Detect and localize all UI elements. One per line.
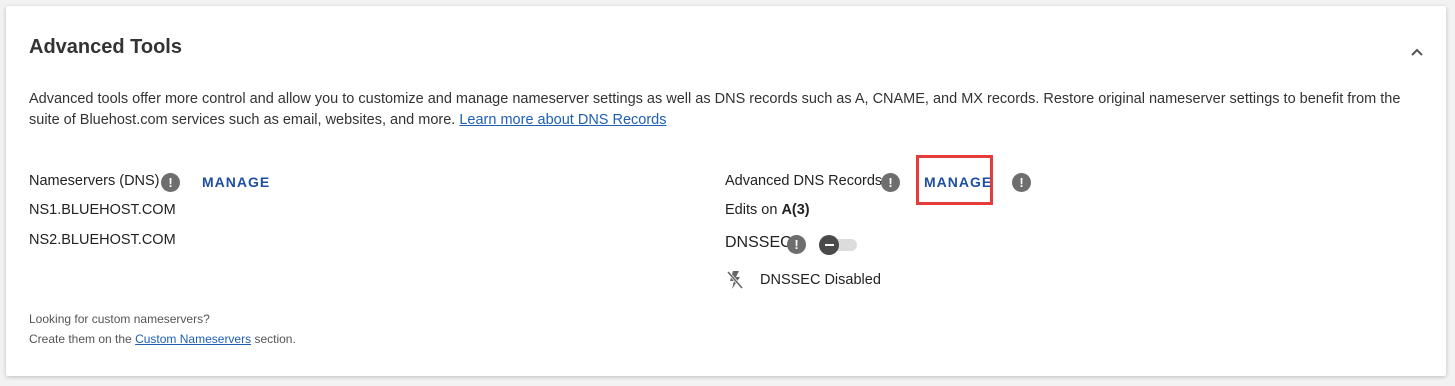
nameservers-manage-button[interactable]: MANAGE <box>202 174 270 190</box>
learn-more-dns-link[interactable]: Learn more about DNS Records <box>459 112 666 128</box>
custom-ns-prefix: Create them on the <box>29 332 132 346</box>
advanced-tools-card: Advanced Tools Advanced tools offer more… <box>6 6 1446 376</box>
custom-ns-line: Create them on the Custom Nameservers se… <box>29 332 296 346</box>
panel-title: Advanced Tools <box>29 36 182 58</box>
custom-ns-question: Looking for custom nameservers? <box>29 312 210 326</box>
nameserver-1: NS1.BLUEHOST.COM <box>29 202 176 218</box>
nameservers-label: Nameservers (DNS) <box>29 173 160 189</box>
dnssec-info-icon[interactable]: ! <box>787 235 806 254</box>
advanced-dns-info-icon[interactable]: ! <box>881 173 900 192</box>
nameserver-2: NS2.BLUEHOST.COM <box>29 232 176 248</box>
flash-off-icon <box>726 269 744 291</box>
nameservers-info-icon[interactable]: ! <box>161 173 180 192</box>
custom-nameservers-link[interactable]: Custom Nameservers <box>135 332 251 346</box>
dns-edits-prefix: Edits on <box>725 202 778 218</box>
description-text: Advanced tools offer more control and al… <box>29 91 1401 128</box>
advanced-dns-manage-button[interactable]: MANAGE <box>924 174 992 190</box>
advanced-dns-label: Advanced DNS Records <box>725 173 883 189</box>
dnssec-label: DNSSEC <box>725 234 792 251</box>
dnssec-toggle-knob <box>819 235 839 255</box>
collapse-button[interactable] <box>1406 42 1428 62</box>
custom-ns-suffix: section. <box>254 332 296 346</box>
dnssec-toggle[interactable] <box>819 235 857 255</box>
manage-info-icon[interactable]: ! <box>1012 173 1031 192</box>
dns-edits-line: Edits on A(3) <box>725 202 810 218</box>
dns-edits-value: A(3) <box>781 202 810 218</box>
panel-description: Advanced tools offer more control and al… <box>29 89 1424 131</box>
dnssec-status: DNSSEC Disabled <box>760 272 881 288</box>
chevron-up-icon <box>1411 48 1423 56</box>
